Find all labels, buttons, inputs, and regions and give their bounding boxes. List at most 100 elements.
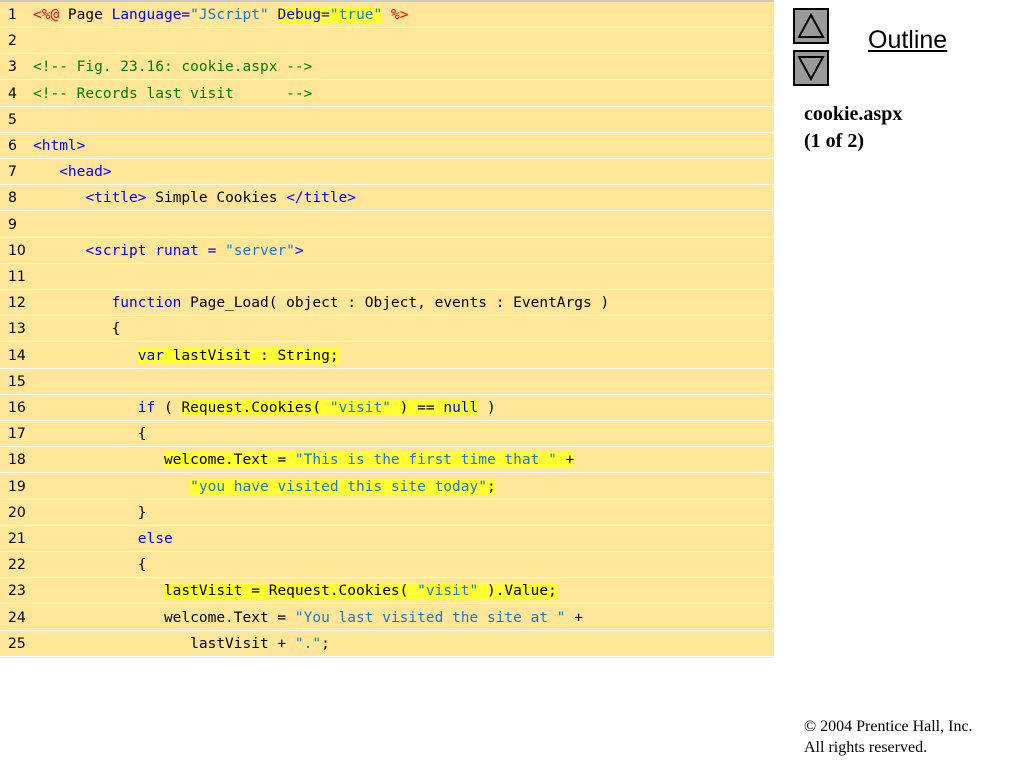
code-listing-panel: 1 <%@ Page Language="JScript" Debug="true… [0,0,774,658]
line-number: 14 [8,347,26,364]
code-token: "You last visited the site at " [294,609,566,626]
line-number: 17 [8,426,26,443]
line-code: } [33,500,147,526]
code-line: 17 { [0,421,774,448]
code-token: } [33,504,147,521]
line-number: 21 [8,531,26,547]
code-line: 18 welcome.Text = "This is the first tim… [0,447,774,474]
line-number: 19 [8,478,26,495]
code-token: { [33,557,147,574]
slide-caption: cookie.aspx (1 of 2) [804,101,902,155]
code-token: </title> [286,190,357,207]
line-code: if ( Request.Cookies( "visit" ) == null … [33,395,496,421]
code-token: %> [391,7,409,23]
code-line: 14 var lastVisit : String; [0,343,774,369]
line-number: 4 [8,85,17,102]
line-number: 3 [8,59,17,76]
line-code: <%@ Page Language="JScript" Debug="true"… [33,2,408,28]
line-number: 2 [8,33,17,50]
line-code: { [33,552,147,578]
line-number: 9 [8,216,17,233]
code-token: ( [155,400,182,416]
outline-link[interactable]: Outline [868,26,947,55]
code-token: ; [321,635,330,652]
line-code: function Page_Load( object : Object, eve… [33,290,610,316]
line-number: 11 [8,269,26,285]
code-token: <html> [33,138,86,154]
code-token: Language= [111,7,191,23]
code-line: 9 [0,212,774,238]
line-number: 12 [8,295,26,312]
code-line: 21 else [0,526,774,552]
code-token: { [33,426,147,443]
code-line: 10 <script runat = "server"> [0,238,774,264]
code-token: + [565,609,583,626]
code-token: null [443,400,479,416]
code-token: if [137,400,156,416]
code-token: ).Value; [478,583,557,600]
code-token: <title> [85,190,147,207]
copyright-text: © 2004 Prentice Hall, Inc. [804,718,973,735]
code-line: 12 function Page_Load( object : Object, … [0,290,774,317]
line-number: 18 [8,452,26,469]
code-line: 4 <!-- Records last visit --> [0,81,774,107]
code-line: 5 [0,107,774,133]
code-token: "." [294,635,322,652]
code-line: 2 [0,28,774,55]
code-token: <!-- Fig. 23.16: cookie.aspx --> [33,59,313,76]
triangle-down-icon [797,56,825,82]
code-token: "server" [225,242,295,259]
code-line: 3 <!-- Fig. 23.16: cookie.aspx --> [0,54,774,81]
line-number: 15 [8,373,26,390]
line-number: 24 [8,609,26,626]
code-token: Debug= [277,7,330,23]
previous-slide-button[interactable] [793,8,829,44]
code-token: welcome.Text = [33,609,295,626]
line-code: else [33,526,173,552]
line-code: <!-- Records last visit --> [33,81,312,107]
code-token: > [294,242,304,259]
code-token: "JScript" [190,7,269,23]
code-token: "true" [329,7,383,23]
file-name: cookie.aspx [804,103,903,125]
line-number: 5 [8,111,17,128]
line-number: 20 [8,504,26,521]
code-token: <!-- Records last visit --> [33,85,313,102]
next-slide-button[interactable] [793,50,829,86]
code-token: var [137,347,164,364]
triangle-up-icon [797,12,825,38]
code-line: 16 if ( Request.Cookies( "visit" ) == nu… [0,395,774,421]
code-token: <head> [59,164,112,181]
line-number: 8 [8,190,17,207]
code-line: 6 <html> [0,133,774,159]
code-line: 7 <head> [0,159,774,186]
code-line: 1 <%@ Page Language="JScript" Debug="true… [0,2,774,28]
line-number: 22 [8,557,26,574]
code-line: 25 lastVisit + "."; [0,631,774,657]
code-token: "you have visited this site today" [190,478,487,495]
code-token: { [33,321,121,338]
line-code: welcome.Text = "You last visited the sit… [33,605,583,631]
code-token: lastVisit = Request.Cookies( [163,583,418,600]
line-number: 23 [8,583,26,600]
line-code: <html> [33,133,85,159]
code-line: 19 "you have visited this site today"; [0,474,774,500]
code-token: lastVisit + [33,635,295,652]
line-number: 7 [8,164,17,181]
code-line: 24 welcome.Text = "You last visited the … [0,605,774,631]
line-code: <!-- Fig. 23.16: cookie.aspx --> [33,54,312,80]
line-code: <head> [33,159,112,185]
code-token: Simple Cookies [146,190,287,207]
copyright-footer: © 2004 Prentice Hall, Inc. All rights re… [804,716,973,758]
line-code: "you have visited this site today"; [33,474,496,500]
line-code: welcome.Text = "This is the first time t… [33,447,575,473]
code-token: ; [486,478,496,495]
